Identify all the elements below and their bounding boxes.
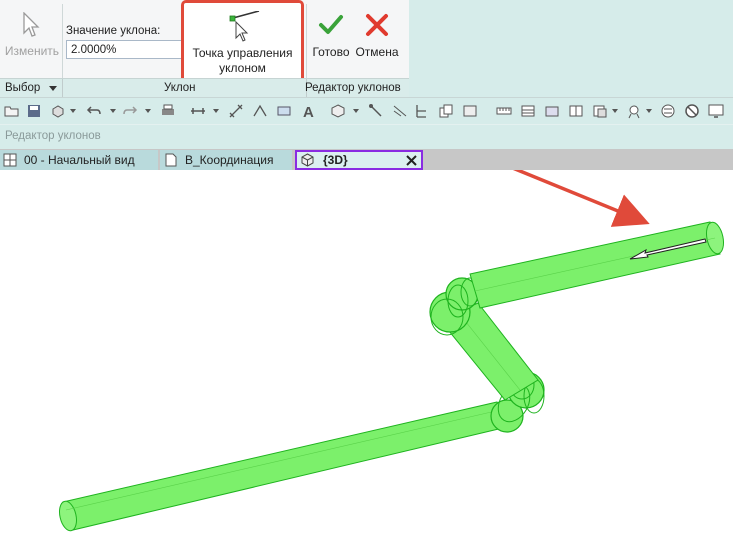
modify-button[interactable]: Изменить <box>0 10 62 70</box>
slope-control-point-label-line1: Точка управления <box>192 46 293 60</box>
tab-coordination-label: В_Координация <box>185 153 274 167</box>
tab-3d[interactable]: {3D} <box>295 150 423 170</box>
quick-access-toolbar: A <box>0 97 733 124</box>
settings-icon[interactable] <box>660 103 676 119</box>
open-folder-icon[interactable] <box>4 103 20 119</box>
cancel-button[interactable]: Отмена <box>352 10 402 70</box>
chevron-down-icon[interactable] <box>145 109 151 113</box>
ribbon-empty-area <box>409 0 733 97</box>
floor-plan-icon <box>3 153 17 167</box>
done-button[interactable]: Готово <box>310 10 352 70</box>
svg-text:A: A <box>303 104 314 119</box>
undo-icon[interactable] <box>86 103 102 119</box>
chevron-down-icon[interactable] <box>353 109 359 113</box>
slope-control-point-label-line2: уклоном <box>219 61 266 75</box>
chevron-down-icon[interactable] <box>612 109 618 113</box>
panel-separator <box>62 79 63 97</box>
sync-icon[interactable] <box>50 103 66 119</box>
ruler-icon[interactable] <box>496 103 512 119</box>
3d-view-icon[interactable] <box>330 103 346 119</box>
tag-icon[interactable] <box>276 103 292 119</box>
ribbon: Изменить Значение уклона: Точка управлен… <box>0 0 733 97</box>
done-label: Готово <box>312 45 350 59</box>
text-icon[interactable]: A <box>300 103 316 119</box>
tab-start-view[interactable]: 00 - Начальный вид <box>0 150 158 170</box>
annotation-arrow <box>512 170 650 227</box>
panel-title-slope: Уклон <box>164 82 196 94</box>
tab-3d-label: {3D} <box>323 153 348 167</box>
thin-lines-icon[interactable] <box>392 103 408 119</box>
chevron-down-icon[interactable] <box>110 109 116 113</box>
tab-coordination[interactable]: В_Координация <box>160 150 292 170</box>
pipe-segment-bottom[interactable] <box>57 401 508 532</box>
print-icon[interactable] <box>160 103 176 119</box>
tab-start-view-label: 00 - Начальный вид <box>24 153 135 167</box>
measure-icon[interactable] <box>190 103 206 119</box>
display-icon[interactable] <box>708 103 724 119</box>
pipe-segment-top[interactable] <box>469 221 726 309</box>
slope-control-point-button[interactable]: Точка управления уклоном <box>181 0 304 84</box>
save-icon[interactable] <box>26 103 42 119</box>
chevron-down-icon[interactable] <box>49 86 57 91</box>
restrict-icon[interactable] <box>684 103 700 119</box>
visibility-icon[interactable] <box>626 103 642 119</box>
schedule-icon[interactable] <box>520 103 536 119</box>
close-hidden-windows-icon[interactable] <box>462 103 478 119</box>
cancel-label: Отмена <box>355 45 399 59</box>
options-bar: Редактор уклонов <box>0 124 733 149</box>
redo-icon[interactable] <box>122 103 138 119</box>
close-icon[interactable] <box>406 155 417 166</box>
ribbon-panel-footers: Выбор Уклон Редактор уклонов <box>0 78 409 97</box>
chevron-down-icon[interactable] <box>646 109 652 113</box>
slope-value-input[interactable] <box>66 40 189 59</box>
cross-icon <box>366 14 388 36</box>
checkmark-icon <box>319 15 343 34</box>
slope-control-point-label: Точка управления уклоном <box>184 46 301 76</box>
section-icon[interactable] <box>368 103 384 119</box>
aligned-dimension-icon[interactable] <box>228 103 244 119</box>
copy-icon[interactable] <box>438 103 454 119</box>
slope-control-point-icon <box>229 11 260 42</box>
3d-viewport[interactable] <box>0 170 733 550</box>
switch-windows-icon[interactable] <box>544 103 560 119</box>
slope-value-label: Значение уклона: <box>66 25 161 37</box>
spot-elevation-icon[interactable] <box>252 103 268 119</box>
view-3d-icon <box>301 153 314 167</box>
cursor-icon <box>23 12 40 37</box>
sheet-icon <box>165 153 177 167</box>
panel-title-slope-editor: Редактор уклонов <box>305 82 401 94</box>
pipe-model <box>57 170 726 532</box>
view-tabs: 00 - Начальный вид В_Координация {3D} <box>0 149 733 170</box>
chevron-down-icon[interactable] <box>213 109 219 113</box>
panel-title-select[interactable]: Выбор <box>5 82 40 94</box>
views-icon[interactable] <box>592 103 608 119</box>
options-bar-label: Редактор уклонов <box>5 130 101 142</box>
window-tile-icon[interactable] <box>568 103 584 119</box>
modify-label: Изменить <box>4 44 60 58</box>
hierarchy-icon[interactable] <box>414 103 430 119</box>
chevron-down-icon[interactable] <box>70 109 76 113</box>
